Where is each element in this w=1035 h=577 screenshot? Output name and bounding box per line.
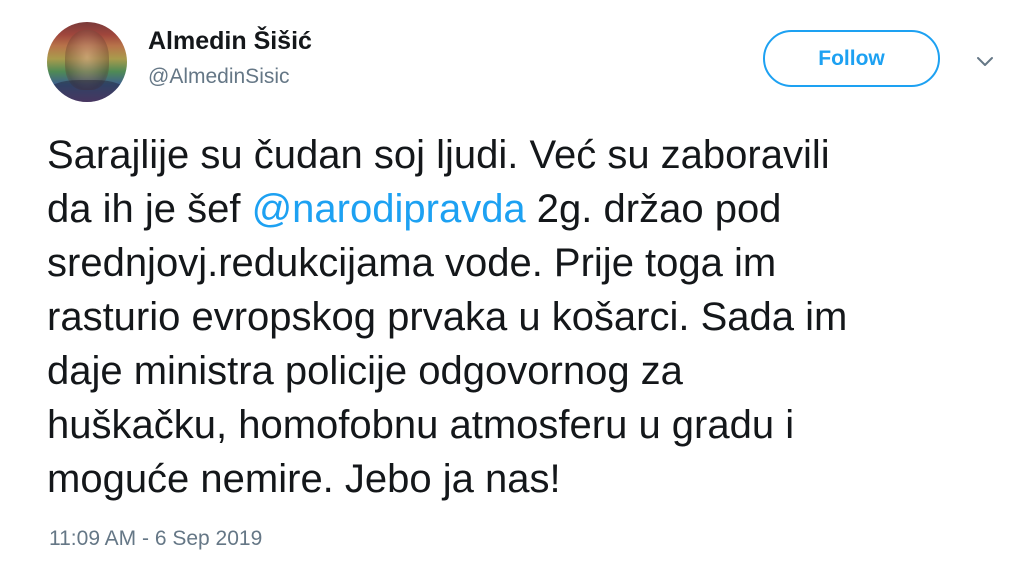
tweet-card: Almedin Šišić @AlmedinSisic Follow Saraj… [0,0,1035,577]
tweet-text-line: rasturio evropskog prvaka u košarci. Sad… [47,295,848,339]
tweet-text-line: da ih je šef @narodipravda 2g. držao pod [47,182,1007,236]
mention-link[interactable]: @narodipravda [252,187,526,231]
tweet-text-segment: da ih je šef [47,187,252,231]
tweet-text-segment: 2g. držao pod [525,187,782,231]
avatar[interactable] [47,22,127,102]
tweet-text-line: Sarajlije su čudan soj ljudi. Već su zab… [47,133,830,177]
tweet-text-line: srednjovj.redukcijama vode. Prije toga i… [47,241,777,285]
author-name[interactable]: Almedin Šišić [148,27,312,56]
follow-button[interactable]: Follow [763,30,940,87]
tweet-text-line: moguće nemire. Jebo ja nas! [47,457,561,501]
avatar-shoulders [47,80,127,102]
tweet-text: Sarajlije su čudan soj ljudi. Već su zab… [47,128,1007,506]
tweet-text-line: huškačku, homofobnu atmosferu u gradu i [47,403,795,447]
tweet-text-line: daje ministra policije odgovornog za [47,349,683,393]
tweet-timestamp[interactable]: 11:09 AM - 6 Sep 2019 [49,527,262,551]
author-handle[interactable]: @AlmedinSisic [148,65,290,89]
chevron-down-icon[interactable] [973,50,997,74]
